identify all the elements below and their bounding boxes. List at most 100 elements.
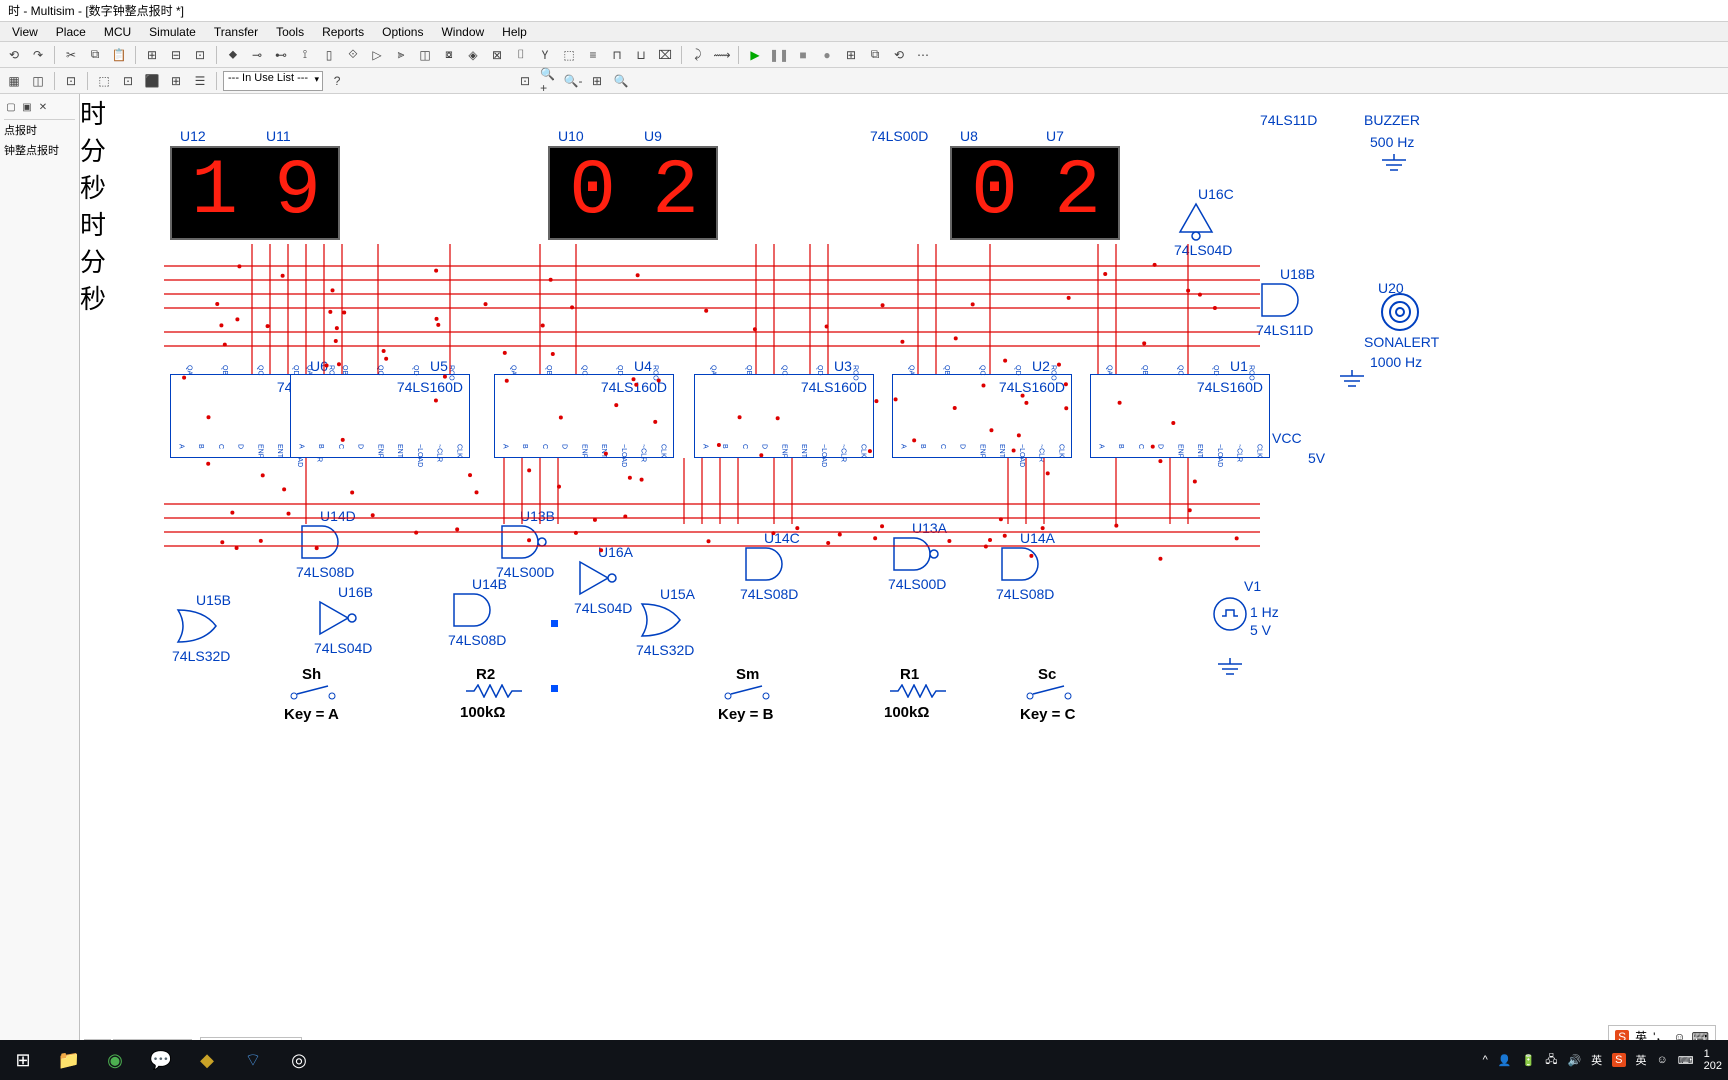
gate-U14D[interactable]: [300, 524, 350, 567]
stop-button[interactable]: ■: [793, 45, 813, 65]
paste-icon[interactable]: 📋: [109, 45, 129, 65]
gate-U14B[interactable]: [452, 592, 502, 635]
zoom-in-icon[interactable]: 🔍+: [539, 71, 559, 91]
gate-U13A[interactable]: [892, 536, 942, 579]
toolbar-btn[interactable]: ⧉: [865, 45, 885, 65]
seven-seg-hour[interactable]: 19: [170, 146, 340, 240]
source-v1[interactable]: [1212, 596, 1248, 635]
ic-U3[interactable]: 74LS160D QAQBQCQDRCO ABCDENPENT~LOAD~CLR…: [694, 374, 874, 458]
component-icon[interactable]: ⬥: [223, 45, 243, 65]
file-explorer-icon[interactable]: 📁: [46, 1040, 92, 1080]
toolbar-btn[interactable]: ⊡: [190, 45, 210, 65]
component-icon[interactable]: ⊸: [247, 45, 267, 65]
app-icon[interactable]: ◆: [184, 1040, 230, 1080]
toolbar-btn[interactable]: ⤸: [688, 45, 708, 65]
component-icon[interactable]: ⌧: [655, 45, 675, 65]
seven-seg-minute[interactable]: 02: [548, 146, 718, 240]
toolbar-btn[interactable]: ⊡: [61, 71, 81, 91]
switch-Sh[interactable]: [290, 684, 340, 703]
zoom-out-icon[interactable]: 🔍-: [563, 71, 583, 91]
tray-icon[interactable]: 👤: [1498, 1054, 1512, 1067]
tray-icon[interactable]: 🔋: [1522, 1054, 1536, 1067]
component-icon[interactable]: ≡: [583, 45, 603, 65]
tray-emoji-icon[interactable]: ☺: [1657, 1054, 1668, 1066]
toolbar-btn[interactable]: ◫: [28, 71, 48, 91]
tray-ime2[interactable]: 英: [1636, 1052, 1647, 1068]
ic-U4[interactable]: 74LS160D QAQBQCQDRCO ABCDENPENT~LOAD~CLR…: [494, 374, 674, 458]
menu-simulate[interactable]: Simulate: [141, 23, 204, 41]
toolbar-btn[interactable]: ⟲: [889, 45, 909, 65]
gate-U15B[interactable]: [176, 608, 226, 651]
gate-U18B[interactable]: [1260, 282, 1310, 325]
toolbar-btn[interactable]: ⊞: [841, 45, 861, 65]
gate-U16C[interactable]: [1178, 202, 1228, 245]
gate-U16B[interactable]: [318, 600, 368, 643]
menu-help[interactable]: Help: [494, 23, 535, 41]
tray-ime-icon[interactable]: S: [1612, 1053, 1625, 1067]
toolbar-btn[interactable]: ⊟: [166, 45, 186, 65]
menu-mcu[interactable]: MCU: [96, 23, 139, 41]
tray-network-icon[interactable]: 🖧: [1545, 1051, 1557, 1070]
gate-U14C[interactable]: [744, 546, 794, 589]
run-button[interactable]: ▶: [745, 45, 765, 65]
switch-Sm[interactable]: [724, 684, 774, 703]
tray-up-icon[interactable]: ^: [1483, 1054, 1488, 1066]
chrome-icon[interactable]: ◉: [92, 1040, 138, 1080]
component-icon[interactable]: ⟟: [295, 45, 315, 65]
gate-U14A[interactable]: [1000, 546, 1050, 589]
side-item[interactable]: 点报时: [4, 120, 75, 140]
component-icon[interactable]: ⊠: [487, 45, 507, 65]
system-tray[interactable]: ^ 👤 🔋 🖧 🔊 英 S 英 ☺ ⌨ 1202: [1483, 1048, 1722, 1072]
help-icon[interactable]: ?: [327, 71, 347, 91]
component-icon[interactable]: ⬚: [559, 45, 579, 65]
component-icon[interactable]: ⟐: [343, 45, 363, 65]
menu-options[interactable]: Options: [374, 23, 431, 41]
panel-btn[interactable]: ▢: [4, 100, 18, 114]
schematic-canvas[interactable]: U12 U11 19 时U10 U9 02 分U8 U7 02 秒U6 74LS…: [80, 94, 1728, 1074]
component-icon[interactable]: ▷: [367, 45, 387, 65]
component-icon[interactable]: ⫸: [391, 45, 411, 65]
bluetooth-icon[interactable]: ⌔: [230, 1040, 276, 1080]
tray-keyboard-icon[interactable]: ⌨: [1678, 1054, 1694, 1067]
seven-seg-second[interactable]: 02: [950, 146, 1120, 240]
component-icon[interactable]: ⊓: [607, 45, 627, 65]
toolbar-btn[interactable]: ⊞: [166, 71, 186, 91]
toolbar-btn[interactable]: ⊡: [118, 71, 138, 91]
component-icon[interactable]: ◫: [415, 45, 435, 65]
gate-U15A[interactable]: [640, 602, 690, 645]
resistor-R2[interactable]: [466, 684, 522, 701]
component-icon[interactable]: Ү: [535, 45, 555, 65]
switch-Sc[interactable]: [1026, 684, 1076, 703]
toolbar-btn[interactable]: ☰: [190, 71, 210, 91]
ic-U1[interactable]: 74LS160D QAQBQCQDRCO ABCDENPENT~LOAD~CLR…: [1090, 374, 1270, 458]
menu-view[interactable]: View: [4, 23, 46, 41]
component-icon[interactable]: ⊷: [271, 45, 291, 65]
toolbar-btn[interactable]: ↷: [28, 45, 48, 65]
menu-transfer[interactable]: Transfer: [206, 23, 266, 41]
toolbar-btn[interactable]: ⟲: [4, 45, 24, 65]
obs-icon[interactable]: ◎: [276, 1040, 322, 1080]
panel-close-icon[interactable]: ✕: [36, 100, 50, 114]
resistor-R1[interactable]: [890, 684, 946, 701]
tray-volume-icon[interactable]: 🔊: [1567, 1054, 1581, 1067]
toolbar-btn[interactable]: ⊞: [142, 45, 162, 65]
start-button[interactable]: ⊞: [0, 1040, 46, 1080]
side-item[interactable]: 钟整点报时: [4, 140, 75, 160]
component-icon[interactable]: ▯: [319, 45, 339, 65]
toolbar-btn[interactable]: ⋯: [913, 45, 933, 65]
gate-U13B[interactable]: [500, 524, 550, 567]
panel-btn[interactable]: ▣: [20, 100, 34, 114]
toolbar-btn[interactable]: ▦: [4, 71, 24, 91]
wechat-icon[interactable]: 💬: [138, 1040, 184, 1080]
toolbar-btn[interactable]: ⬛: [142, 71, 162, 91]
toolbar-btn[interactable]: ⟿: [712, 45, 732, 65]
gate-U16A[interactable]: [578, 560, 628, 603]
pause-button[interactable]: ❚❚: [769, 45, 789, 65]
ic-U2[interactable]: 74LS160D QAQBQCQDRCO ABCDENPENT~LOAD~CLR…: [892, 374, 1072, 458]
zoom-area-icon[interactable]: ⊡: [515, 71, 535, 91]
record-button[interactable]: ●: [817, 45, 837, 65]
zoom-icon[interactable]: 🔍: [611, 71, 631, 91]
component-icon[interactable]: ⌷: [511, 45, 531, 65]
cut-icon[interactable]: ✂: [61, 45, 81, 65]
component-icon[interactable]: ⊔: [631, 45, 651, 65]
